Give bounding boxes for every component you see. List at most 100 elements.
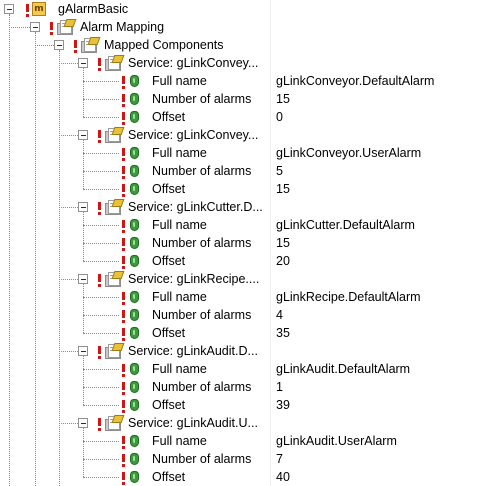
- tree-row-property[interactable]: Full name gLinkAudit.UserAlarm: [0, 432, 485, 450]
- property-name: Full name: [152, 146, 207, 160]
- property-value[interactable]: gLinkAudit.DefaultAlarm: [276, 360, 410, 378]
- tree-row-mapped-components[interactable]: Mapped Components: [0, 36, 485, 54]
- error-marker-icon: [122, 328, 125, 341]
- tree-guide-line: [59, 423, 78, 424]
- error-marker-icon: [122, 436, 125, 449]
- tree-row-property[interactable]: Number of alarms 5: [0, 162, 485, 180]
- collapse-toggle[interactable]: [78, 58, 88, 68]
- error-marker-icon: [122, 454, 125, 467]
- collapse-toggle[interactable]: [78, 202, 88, 212]
- service-label: Service: gLinkAudit.U...: [128, 416, 258, 430]
- tree-row-property[interactable]: Number of alarms 7: [0, 450, 485, 468]
- error-marker-icon: [122, 472, 125, 485]
- tree-guide-line: [83, 153, 119, 154]
- tree-row-property[interactable]: Offset 20: [0, 252, 485, 270]
- tree-guide-line: [83, 140, 84, 189]
- property-leaf-icon: [130, 291, 139, 303]
- property-leaf-icon: [130, 183, 139, 195]
- alarm-mapping-label: Alarm Mapping: [80, 20, 165, 34]
- error-marker-icon: [98, 58, 101, 71]
- tree-guide-line: [83, 117, 119, 118]
- tree-guide-line: [83, 477, 119, 478]
- property-value[interactable]: 0: [276, 108, 283, 126]
- component-folder-icon: [104, 199, 125, 215]
- tree-guide-line: [83, 387, 119, 388]
- error-marker-icon: [122, 112, 125, 125]
- tree-row-property[interactable]: Number of alarms 4: [0, 306, 485, 324]
- error-marker-icon: [98, 202, 101, 215]
- tree-guide-line: [35, 32, 36, 486]
- tree-row-alarm-mapping[interactable]: Alarm Mapping: [0, 18, 485, 36]
- service-label: Service: gLinkConvey...: [128, 56, 259, 70]
- collapse-toggle[interactable]: [30, 22, 40, 32]
- tree-row-property[interactable]: Number of alarms 15: [0, 90, 485, 108]
- property-name: Offset: [152, 110, 186, 124]
- property-name: Number of alarms: [152, 380, 252, 394]
- collapse-toggle[interactable]: [4, 4, 14, 14]
- property-name: Offset: [152, 182, 186, 196]
- tree-guide-line: [9, 27, 30, 28]
- tree-row-root[interactable]: m gAlarmBasic: [0, 0, 485, 18]
- tree-guide-line: [83, 459, 119, 460]
- property-value[interactable]: 35: [276, 324, 290, 342]
- tree-row-property[interactable]: Number of alarms 15: [0, 234, 485, 252]
- tree-guide-line: [83, 171, 119, 172]
- property-value[interactable]: 39: [276, 396, 290, 414]
- property-value[interactable]: 15: [276, 234, 290, 252]
- property-value[interactable]: 4: [276, 306, 283, 324]
- tree-row-property[interactable]: Full name gLinkConveyor.UserAlarm: [0, 144, 485, 162]
- property-value[interactable]: 15: [276, 180, 290, 198]
- tree-row-property[interactable]: Offset 0: [0, 108, 485, 126]
- property-name: Offset: [152, 398, 186, 412]
- tree-guide-line: [83, 81, 119, 82]
- tree-row-property[interactable]: Offset 35: [0, 324, 485, 342]
- property-name: Number of alarms: [152, 452, 252, 466]
- tree-row-property[interactable]: Full name gLinkConveyor.DefaultAlarm: [0, 72, 485, 90]
- tree-row-property[interactable]: Offset 15: [0, 180, 485, 198]
- error-marker-icon: [98, 346, 101, 359]
- collapse-toggle[interactable]: [54, 40, 64, 50]
- property-value[interactable]: gLinkConveyor.UserAlarm: [276, 144, 421, 162]
- property-value[interactable]: gLinkAudit.UserAlarm: [276, 432, 397, 450]
- tree-row-property[interactable]: Offset 39: [0, 396, 485, 414]
- tree-row-property[interactable]: Full name gLinkCutter.DefaultAlarm: [0, 216, 485, 234]
- error-marker-icon: [122, 148, 125, 161]
- property-value[interactable]: 20: [276, 252, 290, 270]
- property-name: Offset: [152, 326, 186, 340]
- property-value[interactable]: 40: [276, 468, 290, 486]
- property-value[interactable]: gLinkRecipe.DefaultAlarm: [276, 288, 421, 306]
- property-value[interactable]: 5: [276, 162, 283, 180]
- tree-row-property[interactable]: Full name gLinkAudit.DefaultAlarm: [0, 360, 485, 378]
- component-folder-icon: [80, 37, 101, 53]
- error-marker-icon: [98, 274, 101, 287]
- property-value[interactable]: gLinkConveyor.DefaultAlarm: [276, 72, 434, 90]
- property-value[interactable]: 7: [276, 450, 283, 468]
- error-marker-icon: [122, 166, 125, 179]
- tree-guide-line: [83, 428, 84, 477]
- property-leaf-icon: [130, 75, 139, 87]
- collapse-toggle[interactable]: [78, 274, 88, 284]
- tree-row-property[interactable]: Full name gLinkRecipe.DefaultAlarm: [0, 288, 485, 306]
- error-marker-icon: [50, 22, 53, 35]
- error-marker-icon: [122, 94, 125, 107]
- tree-guide-line: [83, 405, 119, 406]
- property-leaf-icon: [130, 435, 139, 447]
- property-value[interactable]: 15: [276, 90, 290, 108]
- property-name: Full name: [152, 434, 207, 448]
- property-value[interactable]: gLinkCutter.DefaultAlarm: [276, 216, 415, 234]
- property-leaf-icon: [130, 237, 139, 249]
- collapse-toggle[interactable]: [78, 130, 88, 140]
- tree-guide-line: [59, 207, 78, 208]
- property-value[interactable]: 1: [276, 378, 283, 396]
- tree-guide-line: [83, 68, 84, 117]
- tree-row-property[interactable]: Offset 40: [0, 468, 485, 486]
- property-leaf-icon: [130, 453, 139, 465]
- property-leaf-icon: [130, 111, 139, 123]
- tree-row-property[interactable]: Number of alarms 1: [0, 378, 485, 396]
- collapse-toggle[interactable]: [78, 418, 88, 428]
- service-label: Service: gLinkConvey...: [128, 128, 259, 142]
- collapse-toggle[interactable]: [78, 346, 88, 356]
- component-folder-icon: [104, 127, 125, 143]
- property-leaf-icon: [130, 219, 139, 231]
- tree-guide-line: [59, 63, 78, 64]
